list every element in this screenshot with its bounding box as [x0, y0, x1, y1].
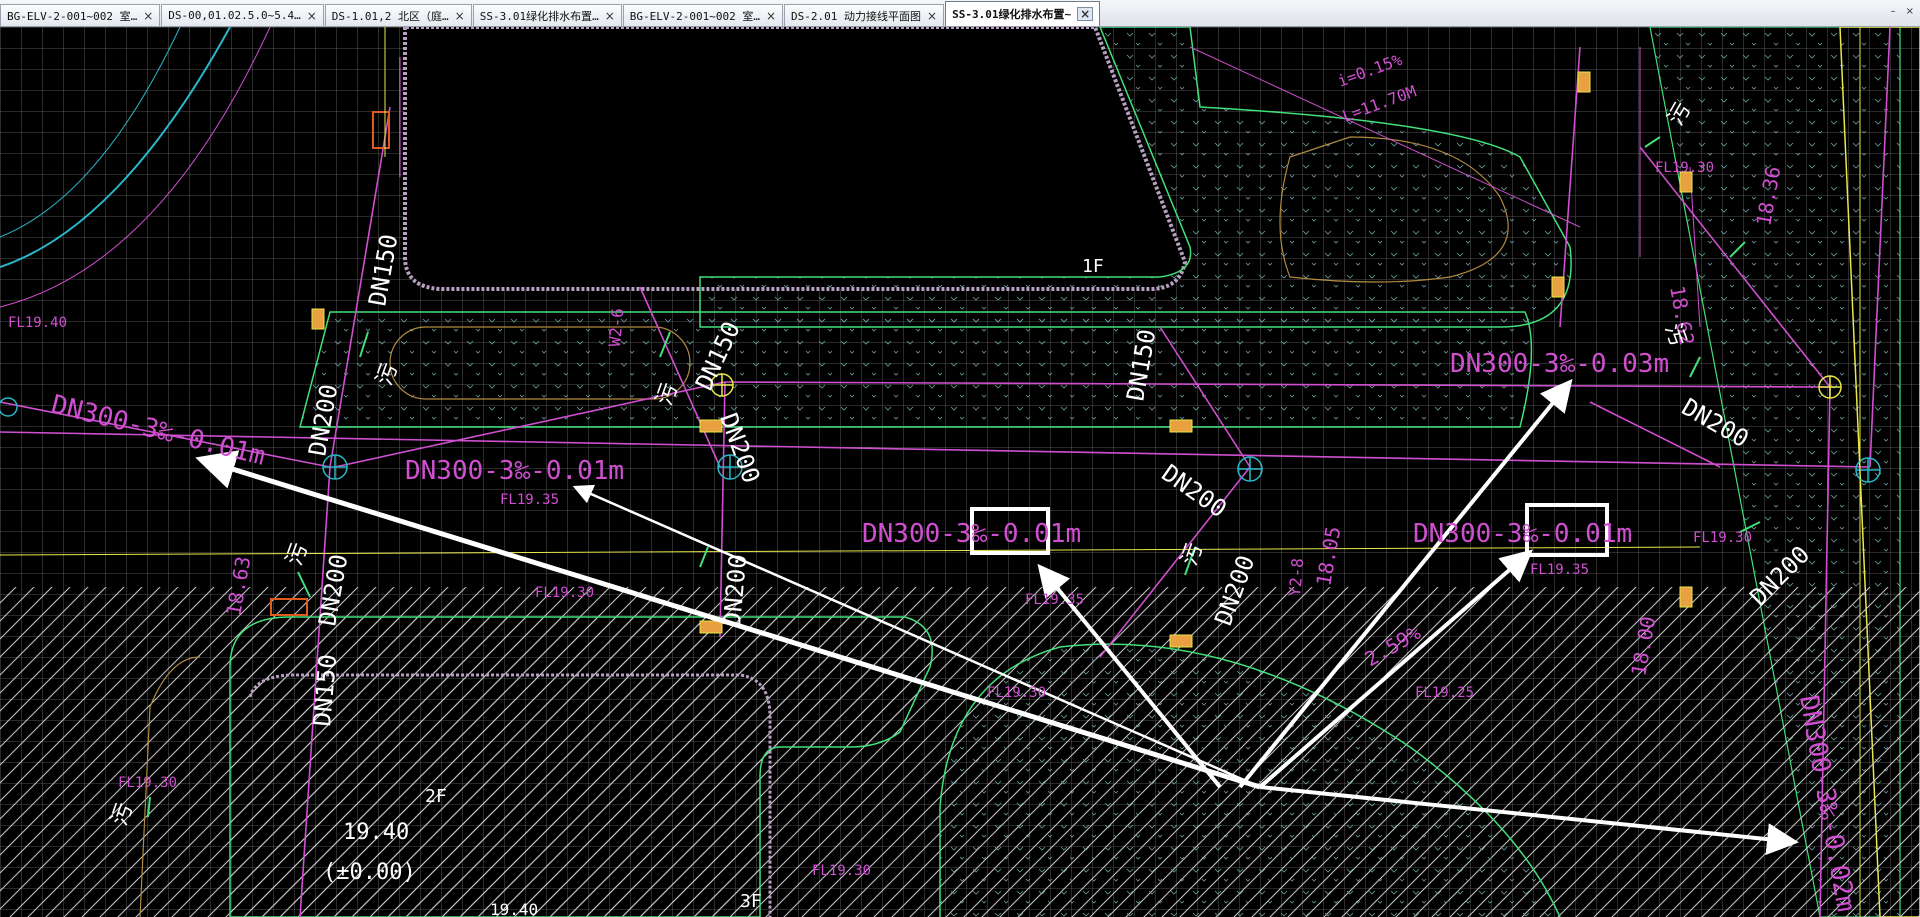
close-icon[interactable]: ×: [1077, 7, 1094, 21]
tab-ds-00[interactable]: DS-00,01.02.5.0~5.4… ×: [161, 4, 324, 26]
pipe-label-main-center: DN300-3‰-0.01m: [862, 519, 1081, 549]
tab-label: BG-ELV-2-001~002 室…: [629, 9, 760, 23]
tab-ds-2-01[interactable]: DS-2.01 动力接线平面图 ×: [784, 4, 945, 26]
tab-label: SS-3.01绿化排水布置~: [952, 8, 1072, 21]
tab-ss-3-01-active[interactable]: SS-3.01绿化排水布置~ ×: [945, 1, 1101, 26]
planting-zone-middle: [299, 311, 1533, 428]
close-icon[interactable]: ×: [927, 9, 937, 23]
window-controls: – ×: [1891, 6, 1914, 17]
close-icon[interactable]: ×: [143, 9, 153, 23]
cad-drawing-canvas[interactable]: DN300-3‰-0.01m DN300-3‰-0.01m DN300-3‰-0…: [0, 27, 1920, 917]
fl-label: FL19.30: [812, 863, 871, 879]
tab-label: DS-00,01.02.5.0~5.4…: [168, 9, 301, 22]
fl-label: FL19.25: [1415, 685, 1474, 701]
close-icon[interactable]: ×: [307, 9, 317, 23]
tab-label: DS-2.01 动力接线平面图: [791, 9, 922, 23]
tab-label: SS-3.01绿化排水布置…: [479, 9, 599, 23]
close-icon[interactable]: ×: [766, 9, 776, 23]
window-close-icon[interactable]: ×: [1906, 6, 1914, 17]
fl-label: FL19.30: [987, 685, 1046, 701]
close-icon[interactable]: ×: [605, 9, 615, 23]
tab-ss-3-01-a[interactable]: SS-3.01绿化排水布置… ×: [472, 4, 622, 26]
fl-label: FL19.30: [1655, 160, 1714, 176]
pipe-label-upper-right: DN300-3‰-0.03m: [1450, 349, 1669, 379]
tab-label: DS-1.01,2 北区（庭…: [331, 9, 449, 23]
floor-label: 3F: [740, 891, 762, 912]
tab-bg-elv-2[interactable]: BG-ELV-2-001~002 室… ×: [622, 4, 784, 26]
tab-label: BG-ELV-2-001~002 室…: [7, 9, 138, 23]
building-1f-outline: [403, 27, 1188, 291]
fl-label: FL19.30: [535, 585, 594, 601]
minimize-icon[interactable]: –: [1891, 6, 1896, 17]
pipe-id: Y2-8: [1285, 557, 1307, 597]
elevation-value: (±0.00): [323, 860, 416, 885]
document-tab-bar: BG-ELV-2-001~002 室… × DS-00,01.02.5.0~5.4…: [0, 0, 1920, 27]
floor-label: 1F: [1082, 256, 1104, 277]
tab-ds-1-01[interactable]: DS-1.01,2 北区（庭… ×: [324, 4, 472, 26]
pipe-id: W2-6: [605, 307, 627, 347]
fl-label: FL19.30: [1693, 530, 1752, 546]
pipe-label-main-center-left: DN300-3‰-0.01m: [405, 456, 624, 486]
fl-label: FL19.35: [1530, 562, 1589, 578]
pipe-label-main-right: DN300-3‰-0.01m: [1413, 519, 1632, 549]
close-icon[interactable]: ×: [455, 9, 465, 23]
fl-label: FL19.30: [118, 775, 177, 791]
floor-label: 2F: [425, 786, 447, 807]
elevation-value: 19.40: [343, 820, 409, 845]
fl-label: FL19.35: [1025, 592, 1084, 608]
elevation-value: 19.40: [490, 900, 538, 917]
tab-bg-elv-1[interactable]: BG-ELV-2-001~002 室… ×: [0, 4, 161, 26]
fl-label: FL19.40: [8, 315, 67, 331]
fl-label: FL19.35: [500, 492, 559, 508]
